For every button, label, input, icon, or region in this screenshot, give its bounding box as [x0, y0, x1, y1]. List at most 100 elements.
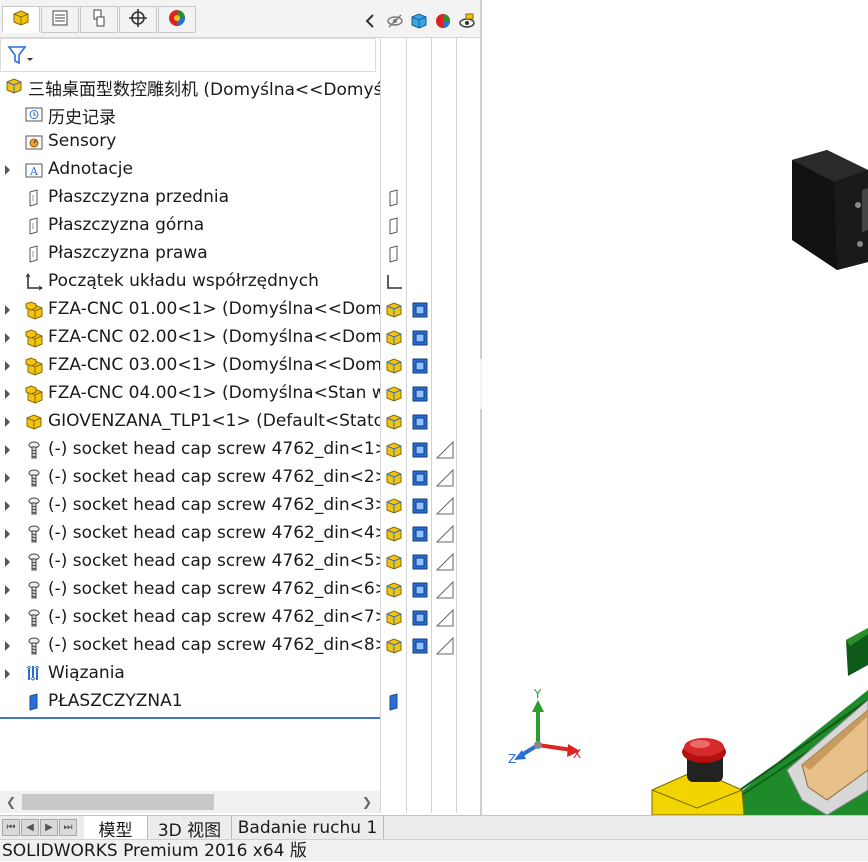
component-state-icon[interactable]	[385, 497, 403, 515]
float-state-icon[interactable]	[435, 468, 454, 487]
expand-arrow-icon[interactable]	[5, 445, 10, 455]
component-state-icon[interactable]	[385, 413, 403, 431]
tree-item[interactable]: FZA-CNC 01.00<1> (Domyślna<<Domyś	[0, 296, 380, 324]
previous-tab-button[interactable]: ◀	[21, 819, 39, 836]
tree-item[interactable]: (-) socket head cap screw 4762_din<8> (	[0, 632, 380, 660]
expand-arrow-icon[interactable]	[5, 529, 10, 539]
tree-item[interactable]: Płaszczyzna prawa	[0, 240, 380, 268]
tree-item[interactable]: FZA-CNC 02.00<1> (Domyślna<<Domyś	[0, 324, 380, 352]
expand-arrow-icon[interactable]	[5, 501, 10, 511]
display-state-icon[interactable]	[411, 553, 429, 571]
collapse-arrow-icon[interactable]	[362, 12, 380, 30]
tree-item[interactable]: (-) socket head cap screw 4762_din<6> (	[0, 576, 380, 604]
display-state-icon[interactable]	[411, 385, 429, 403]
tree-item[interactable]: PŁASZCZYZNA1	[0, 688, 380, 716]
view-settings-icon[interactable]	[458, 12, 476, 30]
graphics-area[interactable]: Y X Z	[482, 0, 868, 815]
float-state-icon[interactable]	[435, 580, 454, 599]
tab-motion-study[interactable]: Badanie ruchu 1	[232, 816, 384, 840]
next-tab-button[interactable]: ▶	[40, 819, 58, 836]
float-state-icon[interactable]	[435, 552, 454, 571]
display-state-icon[interactable]	[411, 413, 429, 431]
tab-3d-view[interactable]: 3D 视图	[148, 816, 232, 841]
display-state-icon[interactable]	[411, 329, 429, 347]
component-state-icon[interactable]	[385, 441, 403, 459]
tree-item[interactable]: Wiązania	[0, 660, 380, 688]
origin-state-icon[interactable]	[385, 273, 403, 291]
expand-arrow-icon[interactable]	[5, 361, 10, 371]
tree-item[interactable]: FZA-CNC 04.00<1> (Domyślna<Stan wys	[0, 380, 380, 408]
expand-arrow-icon[interactable]	[5, 473, 10, 483]
tab-propertymanager[interactable]	[41, 6, 79, 33]
component-state-icon[interactable]	[385, 581, 403, 599]
expand-arrow-icon[interactable]	[5, 305, 10, 315]
scrollbar-thumb[interactable]	[22, 794, 214, 810]
tree-item[interactable]: (-) socket head cap screw 4762_din<7> (	[0, 604, 380, 632]
plane-state-icon[interactable]	[385, 245, 403, 263]
display-state-icon[interactable]	[411, 357, 429, 375]
component-state-icon[interactable]	[385, 329, 403, 347]
tree-item[interactable]: (-) socket head cap screw 4762_din<3> (	[0, 492, 380, 520]
filter-icon[interactable]	[7, 45, 33, 67]
tree-item[interactable]: 三轴桌面型数控雕刻机 (Domyślna<<Domyśl	[0, 72, 380, 100]
display-state-icon[interactable]	[411, 301, 429, 319]
tree-item[interactable]: (-) socket head cap screw 4762_din<1> (	[0, 436, 380, 464]
expand-arrow-icon[interactable]	[5, 669, 10, 679]
tree-item[interactable]: FZA-CNC 03.00<1> (Domyślna<<Domyś	[0, 352, 380, 380]
first-tab-button[interactable]: ⏮	[2, 819, 20, 836]
tree-item[interactable]: A Adnotacje	[0, 156, 380, 184]
tree-item[interactable]: 历史记录	[0, 100, 380, 128]
display-state-icon[interactable]	[411, 469, 429, 487]
appearance-cube-icon[interactable]	[410, 12, 428, 30]
tab-configurationmanager[interactable]	[80, 6, 118, 33]
component-state-icon[interactable]	[385, 553, 403, 571]
tab-featuremanager[interactable]	[2, 6, 40, 33]
tree-item[interactable]: (-) socket head cap screw 4762_din<5> (	[0, 548, 380, 576]
tree-item[interactable]: Płaszczyzna górna	[0, 212, 380, 240]
expand-arrow-icon[interactable]	[5, 333, 10, 343]
display-state-icon[interactable]	[411, 609, 429, 627]
float-state-icon[interactable]	[435, 608, 454, 627]
scroll-left-arrow-icon[interactable]: ❮	[6, 795, 16, 809]
tree-item[interactable]: (-) socket head cap screw 4762_din<2> (	[0, 464, 380, 492]
tree-item[interactable]: (-) socket head cap screw 4762_din<4> (	[0, 520, 380, 548]
display-state-icon[interactable]	[411, 581, 429, 599]
component-state-icon[interactable]	[385, 301, 403, 319]
tree-filter[interactable]	[0, 38, 376, 72]
scene-icon[interactable]	[434, 12, 452, 30]
expand-arrow-icon[interactable]	[5, 585, 10, 595]
float-state-icon[interactable]	[435, 636, 454, 655]
display-state-icon[interactable]	[411, 497, 429, 515]
tree-item[interactable]: GIOVENZANA_TLP1<1> (Default<Stato d	[0, 408, 380, 436]
component-state-icon[interactable]	[385, 525, 403, 543]
horizontal-scrollbar[interactable]: ❮ ❯	[0, 791, 380, 813]
component-state-icon[interactable]	[385, 385, 403, 403]
tab-displaymanager[interactable]	[158, 6, 196, 33]
tree-item[interactable]: Płaszczyzna przednia	[0, 184, 380, 212]
plane-state-icon[interactable]	[385, 189, 403, 207]
float-state-icon[interactable]	[435, 440, 454, 459]
plane-state-icon[interactable]	[385, 693, 403, 711]
display-state-icon[interactable]	[411, 525, 429, 543]
tree-item[interactable]: Sensory	[0, 128, 380, 156]
component-state-icon[interactable]	[385, 357, 403, 375]
hide-show-icon[interactable]	[386, 12, 404, 30]
expand-arrow-icon[interactable]	[5, 641, 10, 651]
expand-arrow-icon[interactable]	[5, 417, 10, 427]
float-state-icon[interactable]	[435, 496, 454, 515]
tab-model[interactable]: 模型	[84, 816, 148, 841]
component-state-icon[interactable]	[385, 609, 403, 627]
expand-arrow-icon[interactable]	[5, 613, 10, 623]
tree-item[interactable]: Początek układu współrzędnych	[0, 268, 380, 296]
tab-dimxpert[interactable]	[119, 6, 157, 33]
plane-state-icon[interactable]	[385, 217, 403, 235]
expand-arrow-icon[interactable]	[5, 165, 10, 175]
component-state-icon[interactable]	[385, 469, 403, 487]
last-tab-button[interactable]: ⏭	[59, 819, 77, 836]
scroll-right-arrow-icon[interactable]: ❯	[362, 795, 372, 809]
display-state-icon[interactable]	[411, 441, 429, 459]
float-state-icon[interactable]	[435, 524, 454, 543]
component-state-icon[interactable]	[385, 637, 403, 655]
display-state-icon[interactable]	[411, 637, 429, 655]
expand-arrow-icon[interactable]	[5, 557, 10, 567]
